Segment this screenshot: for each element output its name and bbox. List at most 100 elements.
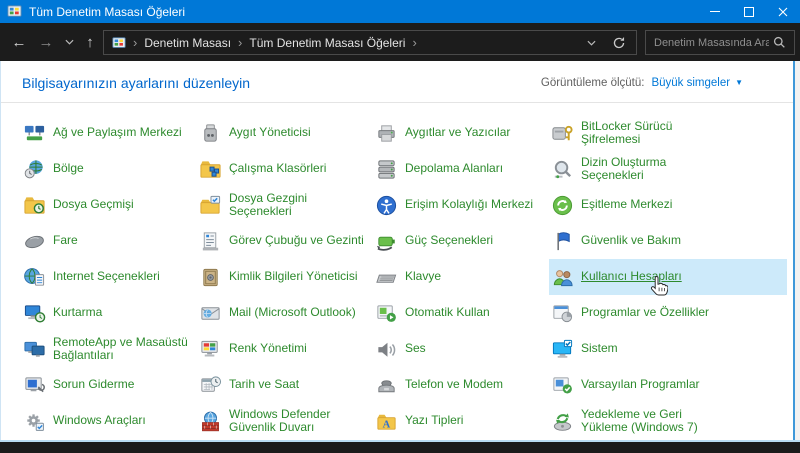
item-label: Kurtarma xyxy=(53,306,197,320)
content-area: Bilgisayarınızın ayarlarını düzenleyin G… xyxy=(0,61,795,440)
control-panel-item[interactable]: Otomatik Kullan xyxy=(373,295,549,331)
control-panel-item[interactable]: Ses xyxy=(373,331,549,367)
up-button[interactable]: ↑ xyxy=(78,23,102,61)
control-panel-item[interactable]: Dosya Geçmişi xyxy=(21,187,197,223)
control-panel-item[interactable]: RemoteApp ve Masaüstü Bağlantıları xyxy=(21,331,197,367)
user-accounts-icon xyxy=(551,266,574,289)
item-label: Varsayılan Programlar xyxy=(581,378,727,392)
item-label: Görev Çubuğu ve Gezinti xyxy=(229,234,373,248)
troubleshooting-icon xyxy=(23,374,46,397)
device-manager-icon xyxy=(199,122,222,145)
control-panel-item[interactable]: Kurtarma xyxy=(21,295,197,331)
control-panel-item[interactable]: Kimlik Bilgileri Yöneticisi xyxy=(197,259,373,295)
search-icon[interactable] xyxy=(773,36,786,49)
window-right-edge xyxy=(795,61,800,440)
ease-of-access-icon xyxy=(375,194,398,217)
maximize-button[interactable] xyxy=(732,0,766,23)
control-panel-item[interactable]: Internet Seçenekleri xyxy=(21,259,197,295)
breadcrumb-item-all-items[interactable]: Tüm Denetim Masası Öğeleri xyxy=(249,36,405,50)
control-panel-item[interactable]: Aygıt Yöneticisi xyxy=(197,115,373,151)
recovery-icon xyxy=(23,302,46,325)
item-label: Aygıtlar ve Yazıcılar xyxy=(405,126,549,140)
address-dropdown-icon[interactable] xyxy=(587,40,596,46)
control-panel-item[interactable]: Kullanıcı Hesapları xyxy=(549,259,787,295)
item-label: Windows Defender Güvenlik Duvarı xyxy=(229,408,373,435)
item-label: Telefon ve Modem xyxy=(405,378,549,392)
mouse-icon xyxy=(23,230,46,253)
control-panel-item[interactable]: Fare xyxy=(21,223,197,259)
control-panel-item[interactable]: Dizin Oluşturma Seçenekleri xyxy=(549,151,787,187)
navigation-bar: ← → ↑ › Denetim Masası › Tüm Denetim Mas… xyxy=(0,23,800,61)
close-button[interactable] xyxy=(766,0,800,23)
forward-button[interactable]: → xyxy=(33,23,59,61)
item-label: Bölge xyxy=(53,162,197,176)
control-panel-item[interactable]: Telefon ve Modem xyxy=(373,367,549,403)
item-label: Sistem xyxy=(581,342,727,356)
close-icon xyxy=(778,7,788,17)
indexing-options-icon xyxy=(551,158,574,181)
power-options-icon xyxy=(375,230,398,253)
control-panel-item[interactable]: Windows Araçları xyxy=(21,403,197,439)
up-icon: ↑ xyxy=(86,34,94,51)
control-panel-item[interactable]: AYazı Tipleri xyxy=(373,403,549,439)
breadcrumb-separator: › xyxy=(412,35,416,50)
view-by-label: Görüntüleme ölçütü: xyxy=(541,77,645,89)
control-panel-item[interactable]: Erişim Kolaylığı Merkezi xyxy=(373,187,549,223)
item-label: Klavye xyxy=(405,270,549,284)
control-panel-item[interactable]: Çalışma Klasörleri xyxy=(197,151,373,187)
control-panel-item[interactable]: Mail (Microsoft Outlook) xyxy=(197,295,373,331)
control-panel-item[interactable]: Windows Defender Güvenlik Duvarı xyxy=(197,403,373,439)
internet-options-icon xyxy=(23,266,46,289)
control-panel-item[interactable]: Aygıtlar ve Yazıcılar xyxy=(373,115,549,151)
recent-pages-button[interactable] xyxy=(58,23,80,61)
search-input[interactable] xyxy=(646,37,773,49)
view-by-dropdown[interactable]: Büyük simgeler xyxy=(651,77,730,89)
control-panel-item[interactable]: Sistem xyxy=(549,331,787,367)
control-panel-item[interactable]: Eşitleme Merkezi xyxy=(549,187,787,223)
control-panel-item[interactable]: Varsayılan Programlar xyxy=(549,367,787,403)
control-panel-item[interactable]: Depolama Alanları xyxy=(373,151,549,187)
control-panel-item[interactable]: Dosya Gezgini Seçenekleri xyxy=(197,187,373,223)
control-panel-item[interactable]: Görev Çubuğu ve Gezinti xyxy=(197,223,373,259)
region-icon xyxy=(23,158,46,181)
programs-features-icon xyxy=(551,302,574,325)
item-label: Depolama Alanları xyxy=(405,162,549,176)
item-label: Ses xyxy=(405,342,549,356)
item-label: Dizin Oluşturma Seçenekleri xyxy=(581,156,727,183)
control-panel-item[interactable]: Bölge xyxy=(21,151,197,187)
file-history-icon xyxy=(23,194,46,217)
item-label: Fare xyxy=(53,234,197,248)
control-panel-item[interactable]: Güvenlik ve Bakım xyxy=(549,223,787,259)
item-label: Yedekleme ve Geri Yükleme (Windows 7) xyxy=(581,408,727,435)
bitlocker-icon xyxy=(551,122,574,145)
keyboard-icon xyxy=(375,266,398,289)
back-button[interactable]: ← xyxy=(6,23,32,61)
control-panel-item[interactable]: Ağ ve Paylaşım Merkezi xyxy=(21,115,197,151)
breadcrumb: › Denetim Masası › Tüm Denetim Masası Öğ… xyxy=(103,30,637,55)
security-maintenance-icon xyxy=(551,230,574,253)
control-panel-item[interactable]: Güç Seçenekleri xyxy=(373,223,549,259)
item-label: Tarih ve Saat xyxy=(229,378,373,392)
minimize-button[interactable] xyxy=(698,0,732,23)
control-panel-item[interactable]: Yedekleme ve Geri Yükleme (Windows 7) xyxy=(549,403,787,439)
control-panel-item[interactable]: BitLocker Sürücü Şifrelemesi xyxy=(549,115,787,151)
window-title: Tüm Denetim Masası Öğeleri xyxy=(29,5,185,19)
item-label: BitLocker Sürücü Şifrelemesi xyxy=(581,120,727,147)
refresh-icon[interactable] xyxy=(612,36,626,50)
item-label: Renk Yönetimi xyxy=(229,342,373,356)
storage-spaces-icon xyxy=(375,158,398,181)
devices-printers-icon xyxy=(375,122,398,145)
control-panel-item[interactable]: Renk Yönetimi xyxy=(197,331,373,367)
chevron-down-icon xyxy=(65,39,74,45)
date-time-icon xyxy=(199,374,222,397)
remoteapp-icon xyxy=(23,338,46,361)
breadcrumb-item-control-panel[interactable]: Denetim Masası xyxy=(144,36,231,50)
windows-tools-icon xyxy=(23,410,46,433)
item-label: Kullanıcı Hesapları xyxy=(581,270,727,284)
control-panel-item[interactable]: Tarih ve Saat xyxy=(197,367,373,403)
control-panel-item[interactable]: Programlar ve Özellikler xyxy=(549,295,787,331)
item-label: Internet Seçenekleri xyxy=(53,270,197,284)
item-label: Otomatik Kullan xyxy=(405,306,549,320)
control-panel-item[interactable]: Sorun Giderme xyxy=(21,367,197,403)
control-panel-item[interactable]: Klavye xyxy=(373,259,549,295)
